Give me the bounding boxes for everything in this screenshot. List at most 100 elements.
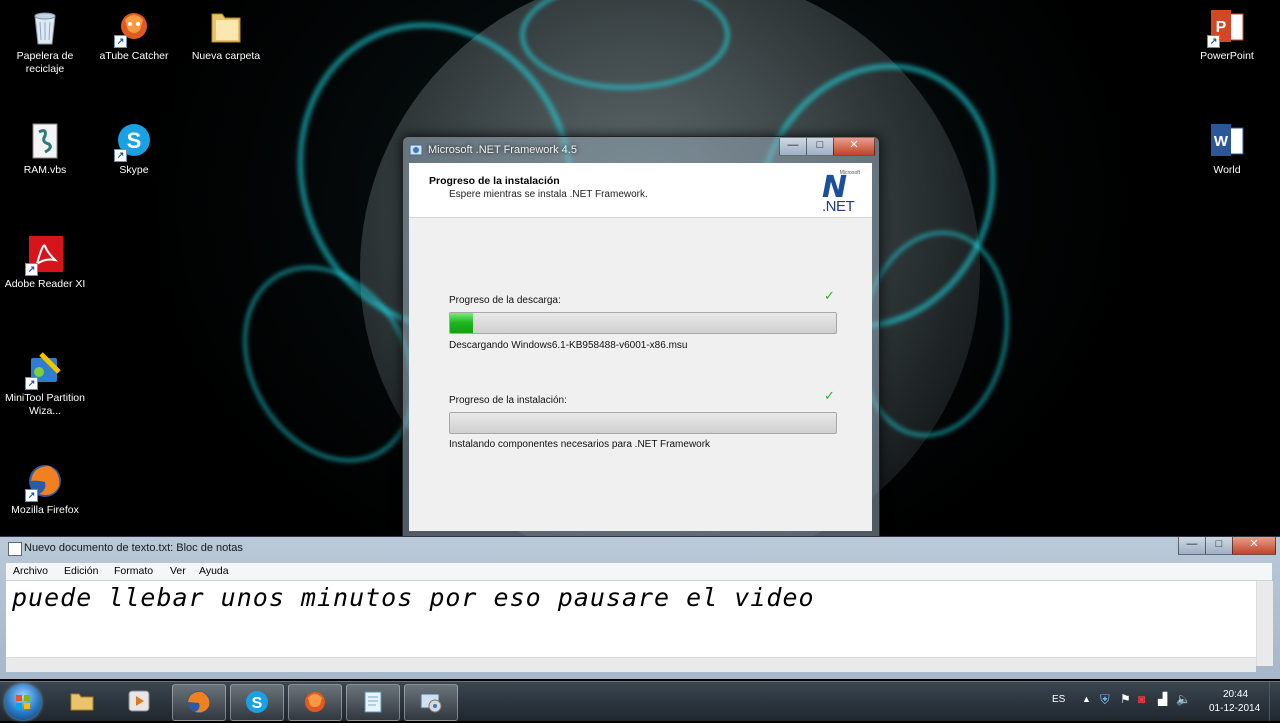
shortcut-arrow-icon: ↗ (25, 489, 38, 502)
installer-body: Progreso de la instalación Espere mientr… (409, 163, 872, 531)
shortcut-arrow-icon: ↗ (25, 377, 38, 390)
word-icon: W (1209, 122, 1245, 160)
installer-header: Progreso de la instalación Espere mientr… (409, 163, 872, 218)
volume-icon[interactable]: 🔈 (1176, 692, 1191, 706)
shortcut-arrow-icon: ↗ (25, 263, 38, 276)
maximize-button[interactable]: □ (806, 138, 834, 156)
desktop-icon-powerpoint[interactable]: P ↗ PowerPoint (1182, 8, 1272, 63)
desktop-icon-atube-catcher[interactable]: ↗ aTube Catcher (89, 8, 179, 63)
menu-edicion[interactable]: Edición (64, 565, 98, 577)
system-tray: ES ▲ ⛨ ⚑ ◙ ▟ 🔈 20:44 01-12-2014 (1020, 682, 1280, 721)
installer-title: Microsoft .NET Framework 4.5 (428, 144, 577, 156)
taskbar-notepad[interactable] (346, 684, 400, 721)
notepad-maximize-button[interactable]: □ (1205, 537, 1233, 555)
atube-catcher-icon (305, 692, 325, 712)
menu-archivo[interactable]: Archivo (13, 565, 48, 577)
adobe-reader-icon: ↗ (25, 236, 63, 276)
download-progress-label: Progreso de la descarga: (449, 295, 561, 306)
installer-icon (420, 693, 442, 713)
desktop-icon-firefox[interactable]: ↗ Mozilla Firefox (0, 462, 90, 517)
desktop-icon-label: aTube Catcher (99, 50, 169, 62)
taskbar: S ES ▲ ⛨ ⚑ ◙ ▟ 🔈 20:44 01-12-2014 (0, 681, 1280, 721)
installer-titlebar[interactable]: Microsoft .NET Framework 4.5 — □ ✕ (403, 137, 879, 163)
desktop-icon-label: RAM.vbs (23, 164, 67, 176)
desktop-icon-label: World (1213, 164, 1241, 176)
taskbar-skype[interactable]: S (230, 684, 284, 721)
notepad-title: Nuevo documento de texto.txt: Bloc de no… (24, 542, 243, 554)
download-status: Descargando Windows6.1-KB958488-v6001-x8… (449, 340, 688, 351)
notepad-horizontal-scrollbar[interactable] (6, 657, 1256, 672)
desktop-icon-label: MiniTool Partition Wiza... (5, 392, 85, 417)
desktop-icon-label: Mozilla Firefox (11, 504, 79, 516)
clock-date[interactable]: 01-12-2014 (1209, 703, 1260, 714)
shortcut-arrow-icon: ↗ (114, 149, 127, 162)
install-progress-label: Progreso de la instalación: (449, 395, 567, 406)
notepad-content: puede llebar unos minutos por eso pausar… (12, 583, 815, 612)
desktop-icon-word[interactable]: W World (1182, 122, 1272, 177)
taskbar-explorer[interactable] (56, 684, 108, 719)
skype-icon: S (246, 691, 268, 713)
notepad-close-button[interactable]: ✕ (1232, 537, 1276, 555)
folder-icon (208, 8, 244, 46)
download-progress-fill (450, 313, 474, 333)
notepad-vertical-scrollbar[interactable] (1256, 581, 1273, 666)
desktop-icon-minitool[interactable]: ↗ MiniTool Partition Wiza... (0, 350, 90, 418)
action-center-flag-icon[interactable]: ⚑ (1120, 692, 1131, 706)
menu-formato[interactable]: Formato (114, 565, 153, 577)
notepad-app-icon (8, 542, 22, 556)
taskbar-installer[interactable] (404, 684, 458, 721)
close-button[interactable]: ✕ (833, 138, 875, 156)
install-check-icon: ✓ (824, 388, 835, 403)
network-icon[interactable]: ▟ (1158, 692, 1167, 706)
notepad-icon (364, 691, 382, 713)
notepad-text-area[interactable]: puede llebar unos minutos por eso pausar… (6, 581, 1256, 666)
notepad-window: Nuevo documento de texto.txt: Bloc de no… (0, 536, 1280, 679)
show-desktop-button[interactable] (1269, 682, 1280, 721)
installer-header-title: Progreso de la instalación (429, 175, 560, 187)
shortcut-arrow-icon: ↗ (114, 35, 127, 48)
taskbar-firefox[interactable] (172, 684, 226, 721)
show-hidden-icons-icon[interactable]: ▲ (1082, 694, 1091, 704)
atube-catcher-icon: ↗ (114, 8, 152, 48)
taskbar-media-player[interactable] (113, 684, 165, 719)
notepad-menubar: Archivo Edición Formato Ver Ayuda (6, 563, 1272, 581)
recycle-bin-icon (27, 8, 63, 46)
installer-header-subtitle: Espere mientras se instala .NET Framewor… (449, 189, 648, 200)
desktop-icon-label: Papelera de reciclaje (16, 50, 74, 75)
desktop-icon-ram-vbs[interactable]: RAM.vbs (0, 122, 90, 177)
desktop-icon-recycle-bin[interactable]: Papelera de reciclaje (0, 8, 90, 76)
alert-icon[interactable]: ◙ (1138, 692, 1145, 706)
minitool-icon: ↗ (25, 350, 63, 390)
download-progress-bar (449, 312, 837, 334)
desktop-icon-label: Adobe Reader XI (4, 278, 86, 290)
svg-text:S: S (127, 128, 142, 153)
clock-time[interactable]: 20:44 (1223, 689, 1248, 700)
desktop-icon-label: Skype (119, 164, 149, 176)
windows-logo-icon (16, 695, 30, 709)
media-player-icon (128, 690, 150, 712)
desktop-icon-skype[interactable]: S ↗ Skype (89, 122, 179, 177)
desktop-icon-adobe-reader[interactable]: ↗ Adobe Reader XI (0, 236, 90, 291)
notepad-minimize-button[interactable]: — (1178, 537, 1206, 555)
dotnet-installer-window: Microsoft .NET Framework 4.5 — □ ✕ Progr… (402, 136, 880, 538)
skype-icon: S ↗ (114, 122, 152, 162)
firefox-icon: ↗ (25, 462, 63, 502)
install-status: Instalando componentes necesarios para .… (449, 439, 711, 450)
dotnet-logo: Microsoft N .NET (822, 171, 860, 215)
svg-text:W: W (1214, 133, 1229, 150)
svg-text:S: S (252, 695, 263, 712)
svg-text:P: P (1216, 19, 1227, 36)
desktop-icon-new-folder[interactable]: Nueva carpeta (181, 8, 271, 63)
dotnet-logo-text: .NET (822, 198, 855, 215)
start-button[interactable] (5, 684, 41, 720)
menu-ver[interactable]: Ver (170, 565, 186, 577)
firefox-icon (188, 691, 210, 713)
language-indicator[interactable]: ES (1052, 694, 1065, 705)
minimize-button[interactable]: — (779, 138, 807, 156)
shortcut-arrow-icon: ↗ (1207, 35, 1220, 48)
security-shield-icon[interactable]: ⛨ (1100, 692, 1110, 708)
menu-ayuda[interactable]: Ayuda (199, 565, 229, 577)
taskbar-atube-catcher[interactable] (288, 684, 342, 721)
powerpoint-icon: P ↗ (1207, 8, 1245, 48)
download-check-icon: ✓ (824, 288, 835, 303)
